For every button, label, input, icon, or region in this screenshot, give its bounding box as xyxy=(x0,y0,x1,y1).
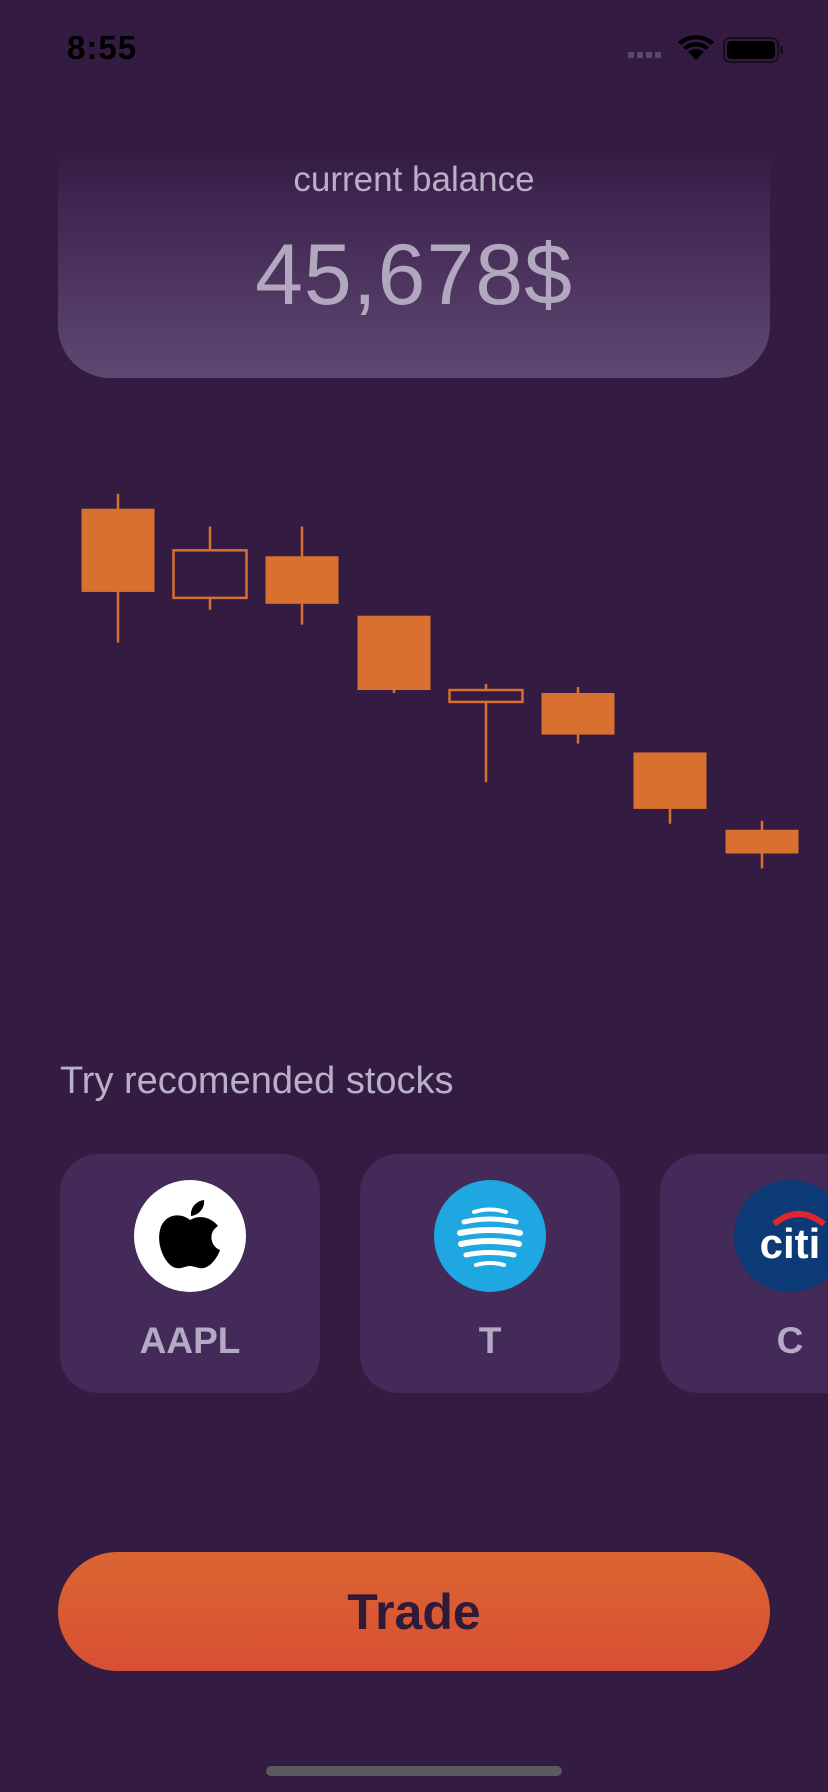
candle-body xyxy=(633,752,707,809)
wifi-icon xyxy=(678,35,714,60)
citi-logo-text: citi xyxy=(760,1220,821,1267)
citi-logo-icon: citi xyxy=(734,1180,828,1292)
candle xyxy=(357,615,431,693)
candle-body xyxy=(81,508,155,592)
candle xyxy=(633,752,707,824)
battery-icon xyxy=(723,37,783,63)
signal-icon xyxy=(628,52,661,58)
candle xyxy=(81,493,155,643)
recommended-stocks-list[interactable]: AAPL T citi C xyxy=(60,1154,828,1394)
trade-button[interactable]: Trade xyxy=(58,1552,770,1671)
candle-body xyxy=(725,829,799,854)
balance-label: current balance xyxy=(293,160,535,199)
stock-ticker: T xyxy=(478,1320,502,1361)
candle xyxy=(725,820,799,869)
recommended-title: Try recomended stocks xyxy=(60,1060,454,1102)
candle xyxy=(172,526,248,610)
stock-card-c[interactable]: citi C xyxy=(660,1154,828,1393)
stock-card-aapl[interactable]: AAPL xyxy=(60,1154,320,1393)
status-bar: 8:55 xyxy=(0,0,828,100)
candle xyxy=(265,526,339,625)
home-indicator[interactable] xyxy=(266,1766,562,1776)
candle-body xyxy=(172,549,248,600)
status-time: 8:55 xyxy=(67,29,138,66)
apple-logo-icon xyxy=(134,1180,246,1292)
candlestick-chart xyxy=(81,493,799,869)
candle-body xyxy=(541,693,615,735)
balance-value: 45,678$ xyxy=(255,227,573,323)
stock-ticker: C xyxy=(776,1320,804,1361)
candle-body xyxy=(357,615,431,691)
att-globe-logo-icon xyxy=(434,1180,546,1292)
candle-body xyxy=(265,556,339,604)
candle xyxy=(541,687,615,744)
stock-card-t[interactable]: T xyxy=(360,1154,620,1393)
candle xyxy=(448,684,524,783)
candle-body xyxy=(448,688,524,704)
balance-card: current balance 45,678$ xyxy=(58,150,770,378)
stock-ticker: AAPL xyxy=(139,1320,241,1361)
status-icons xyxy=(628,35,783,63)
